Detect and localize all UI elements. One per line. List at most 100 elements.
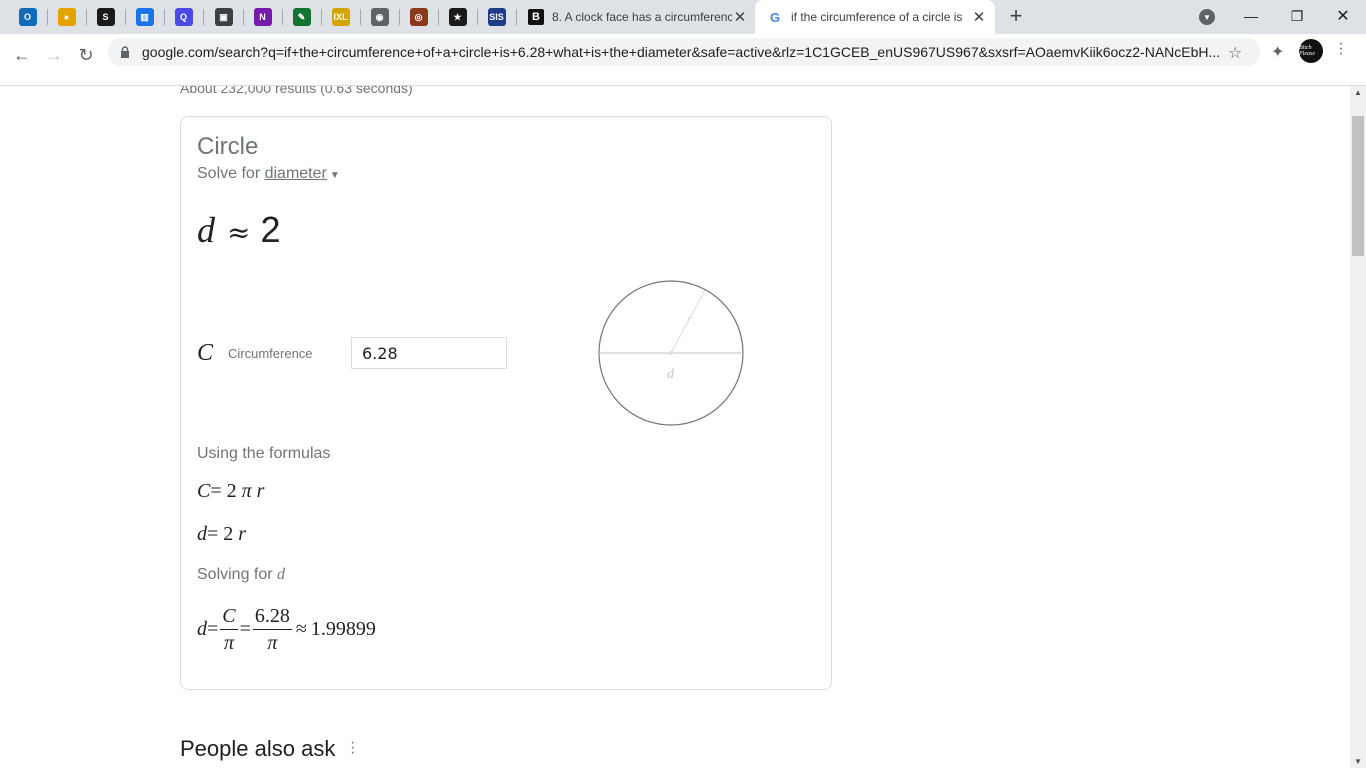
search-results-page: About 232,000 results (0.63 seconds) Cir…	[0, 86, 1350, 768]
pinned-tab[interactable]: SIS	[478, 4, 515, 30]
answer-variable: d	[197, 210, 215, 250]
page-scrollbar[interactable]: ▲ ▼	[1350, 86, 1366, 768]
pinned-tab[interactable]: ◎	[400, 4, 437, 30]
formula-eq: = 2	[207, 523, 239, 545]
solving-for-label: Solving for d	[197, 566, 285, 584]
dropdown-caret-icon[interactable]: ▼	[330, 170, 340, 181]
circumference-label: Circumference	[228, 345, 313, 361]
address-bar[interactable]: google.com/search?q=if+the+circumference…	[108, 38, 1260, 66]
pinned-tab[interactable]: ◉	[361, 4, 398, 30]
denominator: π	[223, 631, 234, 654]
globe-icon: ◉	[370, 8, 389, 26]
classroom-icon: ▣	[214, 8, 233, 26]
scrollbar-thumb[interactable]	[1352, 116, 1364, 256]
new-tab-button[interactable]: +	[1004, 5, 1028, 28]
reading-app-icon: ▥	[135, 8, 154, 26]
restore-button[interactable]: ❐	[1274, 0, 1320, 32]
solution-expression: d = C π = 6.28 π ≈1.99899	[197, 601, 376, 657]
ideas-bulb-icon: ●	[57, 8, 76, 26]
chrome-menu-icon[interactable]: · · ·	[1336, 36, 1346, 62]
approx-symbol: ≈	[227, 216, 251, 249]
formula-diameter: d= 2 r	[197, 523, 246, 546]
brainly-icon: B	[528, 9, 544, 25]
close-window-button[interactable]: ✕	[1320, 0, 1366, 32]
pinned-tab[interactable]: Q	[165, 4, 202, 30]
pinned-tab[interactable]: S	[87, 4, 124, 30]
approx-symbol: ≈	[295, 617, 307, 640]
army-icon: ★	[448, 8, 467, 26]
schoology-icon: S	[96, 8, 115, 26]
onenote-icon: N	[253, 8, 272, 26]
pinned-tab[interactable]: ▣	[205, 4, 242, 30]
pinned-tab[interactable]: ★	[439, 4, 476, 30]
answer-display: d ≈2	[197, 209, 281, 251]
pinned-tab[interactable]: N	[244, 4, 281, 30]
circumference-symbol: C	[197, 339, 214, 366]
formula-var: r	[238, 523, 247, 545]
lock-icon[interactable]	[108, 46, 142, 58]
sis-icon: SIS	[487, 8, 506, 26]
fraction-c-over-pi: C π	[220, 605, 238, 654]
google-icon: G	[769, 9, 781, 25]
people-also-ask-heading: People also ask	[180, 736, 336, 761]
circumference-input[interactable]	[351, 337, 507, 369]
close-tab-icon[interactable]: ✕	[971, 8, 987, 26]
pi-symbol: π	[241, 480, 252, 502]
tab-search-icon[interactable]: ▼	[1199, 9, 1215, 25]
tab-clock-face[interactable]: B 8. A clock face has a circumferenc ✕	[518, 0, 754, 34]
tab-separator	[203, 9, 204, 25]
reload-icon[interactable]: ↻	[72, 41, 100, 69]
denominator: π	[267, 631, 278, 654]
minimize-button[interactable]: —	[1228, 0, 1274, 32]
solve-for-label: Solve for	[197, 165, 265, 182]
scroll-up-icon[interactable]: ▲	[1354, 88, 1362, 97]
formula-eq: = 2	[210, 480, 242, 502]
extensions-icon[interactable]: ✦	[1271, 42, 1284, 62]
url-text: google.com/search?q=if+the+circumference…	[142, 44, 1221, 60]
pinned-tab[interactable]: IXL	[322, 4, 359, 30]
bookmark-star-icon[interactable]: ☆	[1228, 43, 1242, 63]
center-point	[669, 351, 673, 355]
formulas-heading: Using the formulas	[197, 445, 331, 462]
tab-title: if the circumference of a circle is	[791, 10, 963, 24]
pinned-tab[interactable]: ▥	[126, 4, 163, 30]
formula-var: d	[197, 523, 207, 545]
equals-sign: =	[207, 617, 219, 640]
solve-for-selector: Solve for diameter ▼	[197, 165, 340, 183]
answer-value: 2	[260, 209, 281, 250]
profile-avatar[interactable]: Bitch Please	[1299, 39, 1323, 63]
circle-calculator-card: Circle Solve for diameter ▼ d ≈2 C Circumf…	[180, 116, 832, 690]
solution-result: 1.99899	[310, 617, 376, 640]
solve-for-dropdown[interactable]: diameter	[265, 165, 327, 182]
circle-diagram: r d	[598, 280, 744, 426]
back-icon[interactable]: ←	[8, 41, 36, 69]
pinned-tab[interactable]: ✎	[283, 4, 320, 30]
more-options-icon[interactable]: · · ·	[350, 735, 355, 761]
tab-google-search[interactable]: G if the circumference of a circle is ✕	[755, 0, 995, 34]
close-tab-icon[interactable]: ✕	[732, 8, 748, 26]
diameter-label: d	[667, 367, 675, 382]
forward-icon[interactable]: →	[40, 41, 68, 69]
equals-sign: =	[239, 617, 251, 640]
outlook-icon: O	[18, 8, 37, 26]
results-count: About 232,000 results (0.63 seconds)	[180, 86, 413, 96]
pinned-tab[interactable]: O	[9, 4, 46, 30]
pen-app-icon: ✎	[292, 8, 311, 26]
tab-strip: O ● S ▥ Q ▣ N ✎ IXL ◉ ◎ ★ SIS B 8. A clock face has …	[0, 0, 1366, 34]
browser-toolbar: ← → ↻ google.com/search?q=if+the+circumf…	[0, 34, 1366, 86]
sports-icon: ◎	[409, 8, 428, 26]
numerator: C	[220, 605, 238, 630]
circumference-row: C Circumference	[197, 337, 507, 369]
pinned-tab[interactable]: ●	[48, 4, 85, 30]
scroll-down-icon[interactable]: ▼	[1354, 757, 1362, 766]
formula-var: C	[197, 480, 211, 502]
formula-circumference: C= 2 π r	[197, 480, 264, 503]
formula-var: r	[256, 480, 265, 502]
chat-q-icon: Q	[174, 8, 193, 26]
numerator: 6.28	[252, 605, 292, 630]
tab-title: 8. A clock face has a circumferenc	[552, 10, 732, 24]
solving-var: d	[277, 566, 286, 583]
solving-prefix: Solving for	[197, 566, 278, 583]
tab-separator	[516, 9, 517, 25]
fraction-value-over-pi: 6.28 π	[252, 605, 292, 654]
